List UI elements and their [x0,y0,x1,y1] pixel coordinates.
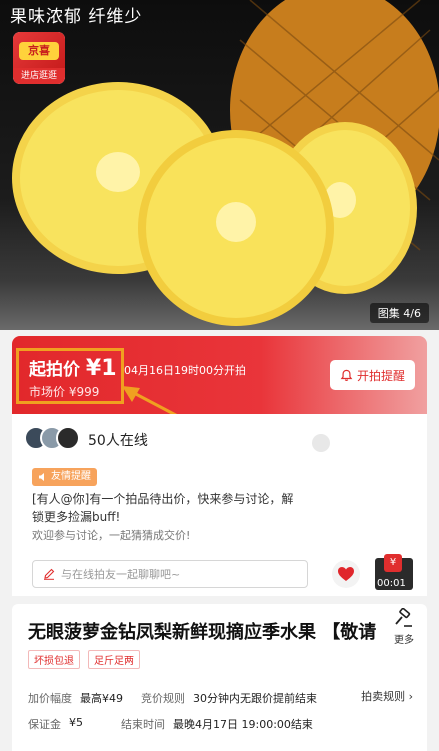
live-price-badge: ¥ [384,554,402,572]
heart-icon [338,567,354,581]
hero-slogan: 果味浓郁 纤维少 [10,7,143,27]
welcome-message: 欢迎参与讨论，一起猜猜成交价! [32,529,191,542]
pineapple-image [12,0,439,326]
auction-rules-row: 加价幅度 最高¥49 竞价规则 30分钟内无跟价提前结束 [28,690,317,706]
increment-label: 加价幅度 [28,692,72,705]
like-button[interactable] [332,560,360,588]
product-info-card: 无眼菠萝金钻凤梨新鲜现摘应季水果 【敬请 更多 坏损包退 足斤足两 加价幅度 最… [12,604,427,751]
chevron-right-icon: › [408,690,413,703]
service-tag: 坏损包退 [28,650,80,669]
product-title: 无眼菠萝金钻凤梨新鲜现摘应季水果 【敬请 [28,622,377,643]
start-reminder-label: 开拍提醒 [356,368,405,383]
chat-message: [有人@你]有一个拍品待出价，快来参与讨论，解锁更多捡漏buff! [32,492,294,524]
shop-entry-badge[interactable]: 京喜 进店逛逛 [13,32,65,84]
enter-shop-label: 进店逛逛 [13,68,65,84]
auction-product-page: 果味浓郁 纤维少 京喜 进店逛逛 图集 4/6 起拍价 ¥1 市场价 ¥999 … [0,0,439,751]
auction-terms-row: 保证金 ¥5 结束时间 最晚4月17日 19:00:00结束 [28,716,313,732]
more-button[interactable]: 更多 [389,607,419,646]
live-time: 00:01 [377,578,406,589]
auction-hammer-icon [395,607,412,627]
start-reminder-button[interactable]: 开拍提醒 [329,360,415,390]
shop-logo: 京喜 [13,32,65,68]
bid-rule-value: 30分钟内无跟价提前结束 [193,692,317,705]
market-price: 市场价 ¥999 [29,385,100,399]
deposit-label: 保证金 [28,718,61,731]
avatar [56,426,80,450]
end-time-value: 最晚4月17日 19:00:00结束 [173,718,313,731]
online-avatars [24,426,82,452]
end-time-label: 结束时间 [121,718,165,731]
chat-input-placeholder: 与在线拍友一起聊聊吧~ [61,568,181,581]
online-count: 50人在线 [88,433,148,449]
gallery-counter: 图集 4/6 [369,303,429,323]
start-price-label: 起拍价 [29,360,80,380]
service-tag: 足斤足两 [88,650,140,669]
shop-logo-text: 京喜 [19,42,59,60]
deposit-value: ¥5 [69,716,83,729]
emoji-sticker-icon [312,434,330,452]
start-price: 起拍价 ¥1 [29,355,117,381]
friendly-reminder-label: 友情提醒 [51,471,91,482]
auction-rules-label: 拍卖规则 [361,690,406,703]
bell-icon [340,369,353,381]
more-label: 更多 [394,635,414,646]
auction-start-time: 04月16日19时00分开拍 [124,364,246,377]
discussion-card: 50人在线 友情提醒 [有人@你]有一个拍品待出价，快来参与讨论，解锁更多捡漏b… [12,414,427,596]
auction-rules-link[interactable]: 拍卖规则 › [361,688,413,704]
live-video-thumbnail[interactable]: ¥ 00:01 [375,554,413,590]
chat-input[interactable]: 与在线拍友一起聊聊吧~ [32,560,308,588]
start-price-highlight: 起拍价 ¥1 市场价 ¥999 [16,348,124,404]
auction-price-bar: 起拍价 ¥1 市场价 ¥999 04月16日19时00分开拍 开拍提醒 [12,336,427,414]
service-tags: 坏损包退 足斤足两 [28,650,140,669]
product-image-gallery[interactable]: 果味浓郁 纤维少 京喜 进店逛逛 图集 4/6 [0,0,439,330]
friendly-reminder-tag: 友情提醒 [32,468,97,486]
bid-rule-label: 竞价规则 [141,692,185,705]
speaker-icon [39,473,44,481]
increment-value: 最高¥49 [80,692,123,705]
start-price-value: ¥1 [85,356,117,381]
pencil-icon [44,568,55,580]
